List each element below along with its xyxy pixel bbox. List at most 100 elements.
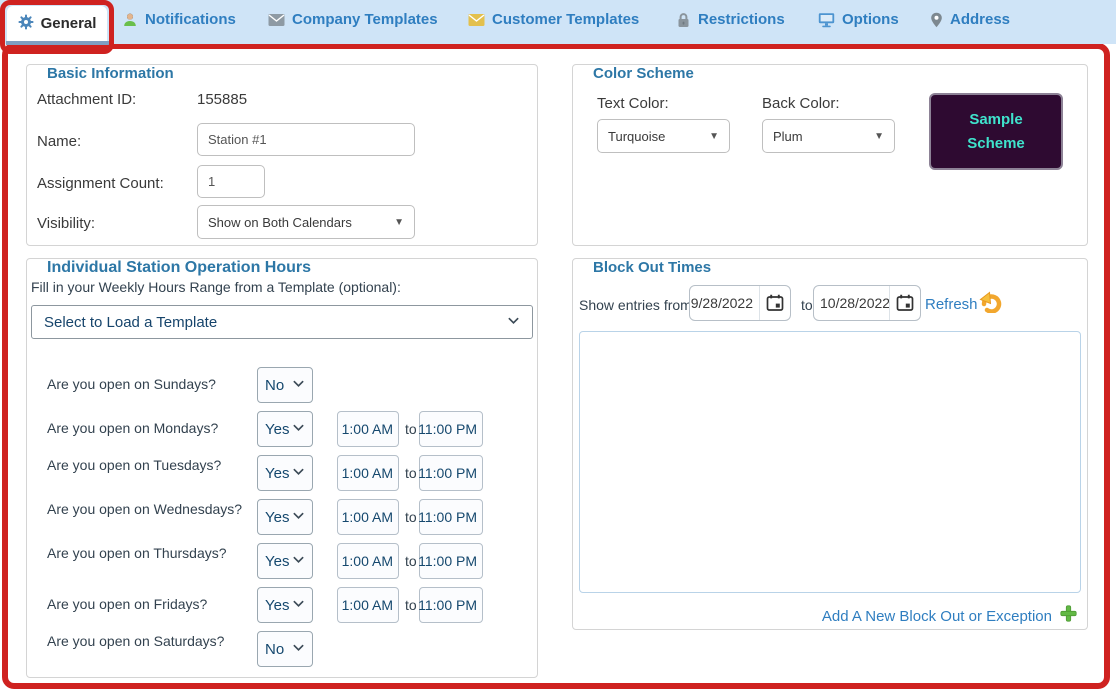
time-range-to-label: to (405, 465, 417, 481)
open-select-value: Yes (265, 597, 289, 614)
visibility-dropdown[interactable]: Show on Both Calendars ▼ (197, 205, 415, 239)
block-out-list[interactable] (579, 331, 1081, 593)
tab-label: Notifications (145, 11, 236, 28)
assignment-count-label: Assignment Count: (37, 175, 164, 192)
chevron-down-icon (292, 421, 305, 438)
day-row: Are you open on Sundays? No (27, 367, 537, 403)
day-row: Are you open on Thursdays? Yes 1:00 AM to11… (27, 543, 537, 579)
day-question-label: Are you open on Sundays? (47, 375, 252, 394)
open-select[interactable]: Yes (257, 543, 313, 579)
add-plus-icon[interactable] (1060, 605, 1077, 627)
day-question-label: Are you open on Tuesdays? (47, 456, 252, 475)
open-time-input[interactable]: 1:00 AM (337, 411, 399, 447)
close-time-input[interactable]: 11:00 PM (419, 455, 483, 491)
open-select-value: Yes (265, 421, 289, 438)
open-select[interactable]: Yes (257, 587, 313, 623)
time-range-to-label: to (405, 421, 417, 437)
open-select[interactable]: No (257, 631, 313, 667)
open-select-value: Yes (265, 553, 289, 570)
day-question-label: Are you open on Wednesdays? (47, 500, 252, 519)
basic-information-section: Basic Information Attachment ID: 155885 … (26, 64, 538, 246)
attachment-id-value: 155885 (197, 91, 247, 108)
day-row: Are you open on Fridays? Yes 1:00 AM to11:0… (27, 587, 537, 623)
basic-information-legend: Basic Information (41, 65, 180, 82)
back-color-dropdown[interactable]: Plum ▼ (762, 119, 895, 153)
add-block-out-link[interactable]: Add A New Block Out or Exception (822, 608, 1052, 625)
show-entries-label: Show entries from (579, 297, 692, 313)
to-date-value[interactable]: 10/28/2022 (814, 286, 890, 320)
close-time-input[interactable]: 11:00 PM (419, 499, 483, 535)
tab-label: Customer Templates (492, 11, 639, 28)
time-range-to-label: to (405, 509, 417, 525)
chevron-down-icon (292, 509, 305, 526)
tab-notifications[interactable]: Notifications (122, 11, 236, 28)
calendar-icon[interactable] (760, 286, 790, 320)
day-question-label: Are you open on Fridays? (47, 595, 252, 614)
day-row: Are you open on Mondays? Yes 1:00 AM to11:0… (27, 411, 537, 447)
refresh-icon[interactable] (979, 291, 1003, 318)
text-color-value: Turquoise (608, 129, 665, 144)
tab-options[interactable]: Options (818, 11, 899, 28)
chevron-down-icon (292, 465, 305, 482)
tab-general[interactable]: General (7, 6, 107, 41)
tab-address[interactable]: Address (930, 11, 1010, 28)
open-select[interactable]: Yes (257, 455, 313, 491)
day-row: Are you open on Wednesdays? Yes 1:00 AM to1… (27, 499, 537, 535)
refresh-link[interactable]: Refresh (925, 296, 978, 313)
open-time-input[interactable]: 1:00 AM (337, 455, 399, 491)
assignment-count-input[interactable] (197, 165, 265, 198)
open-select[interactable]: No (257, 367, 313, 403)
open-time-input[interactable]: 1:00 AM (337, 499, 399, 535)
calendar-icon[interactable] (890, 286, 920, 320)
open-select-value: No (265, 377, 284, 394)
time-range-to-label: to (405, 597, 417, 613)
add-block-out-row: Add A New Block Out or Exception (573, 605, 1077, 627)
chevron-down-icon (292, 641, 305, 658)
name-input[interactable] (197, 123, 415, 156)
tab-customer-templates[interactable]: Customer Templates (468, 11, 639, 28)
day-rows: Are you open on Sundays?NoAre you open o… (27, 259, 537, 677)
open-time-input[interactable]: 1:00 AM (337, 543, 399, 579)
open-time-input[interactable]: 1:00 AM (337, 587, 399, 623)
person-icon (122, 12, 138, 28)
tab-restrictions[interactable]: Restrictions (676, 11, 785, 28)
operation-hours-section: Individual Station Operation Hours Fill … (26, 258, 538, 678)
chevron-down-icon (292, 597, 305, 614)
block-out-section: Block Out Times Show entries from 9/28/2… (572, 258, 1088, 630)
envelope-yellow-icon (468, 13, 485, 27)
monitor-icon (818, 12, 835, 28)
color-scheme-section: Color Scheme Text Color: Turquoise ▼ Bac… (572, 64, 1088, 246)
text-color-dropdown[interactable]: Turquoise ▼ (597, 119, 730, 153)
pin-icon (930, 12, 943, 28)
tab-label: Company Templates (292, 11, 438, 28)
back-color-value: Plum (773, 129, 803, 144)
tab-label: Restrictions (698, 11, 785, 28)
open-select[interactable]: Yes (257, 411, 313, 447)
close-time-input[interactable]: 11:00 PM (419, 543, 483, 579)
visibility-label: Visibility: (37, 215, 95, 232)
time-range-to-label: to (405, 553, 417, 569)
open-select-value: Yes (265, 465, 289, 482)
chevron-down-icon: ▼ (709, 131, 719, 142)
sample-scheme-label: Sample Scheme (953, 108, 1039, 155)
to-date-field[interactable]: 10/28/2022 (813, 285, 921, 321)
gear-icon (18, 14, 34, 34)
open-select-value: Yes (265, 509, 289, 526)
from-date-value[interactable]: 9/28/2022 (690, 286, 760, 320)
close-time-input[interactable]: 11:00 PM (419, 411, 483, 447)
from-date-field[interactable]: 9/28/2022 (689, 285, 791, 321)
day-question-label: Are you open on Thursdays? (47, 544, 252, 563)
envelope-gray-icon (268, 13, 285, 27)
day-row: Are you open on Saturdays?No (27, 631, 537, 667)
tab-company-templates[interactable]: Company Templates (268, 11, 438, 28)
tab-label: Address (950, 11, 1010, 28)
text-color-label: Text Color: (597, 95, 669, 112)
name-label: Name: (37, 133, 81, 150)
chevron-down-icon: ▼ (874, 131, 884, 142)
day-question-label: Are you open on Mondays? (47, 419, 252, 438)
tab-label: General (41, 15, 97, 32)
open-select[interactable]: Yes (257, 499, 313, 535)
close-time-input[interactable]: 11:00 PM (419, 587, 483, 623)
chevron-down-icon (292, 377, 305, 394)
color-scheme-legend: Color Scheme (587, 65, 700, 82)
